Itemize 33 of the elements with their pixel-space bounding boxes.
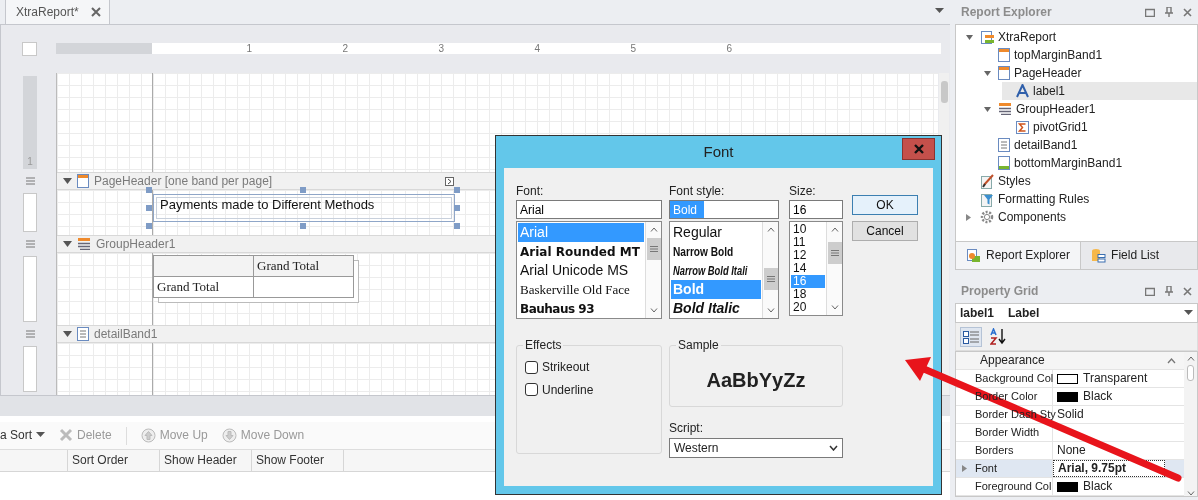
tree-label: topMarginBand1 [1014,47,1103,63]
tree-label: pivotGrid1 [1033,119,1088,135]
ruler-number: 2 [342,43,348,54]
ruler-number: 3 [438,43,444,54]
ruler-number: 6 [726,43,732,54]
ruler-number: 5 [630,43,636,54]
band-title: detailBand1 [94,326,158,342]
band-title: GroupHeader1 [96,236,176,252]
object-name: label1 [960,305,995,321]
tree-label: Styles [998,173,1031,189]
band-title: PageHeader [one band per page] [94,173,273,189]
tree-label: XtraReport [998,29,1057,45]
ruler-number: 4 [534,43,540,54]
object-type: Label [1008,305,1041,321]
group-title: Sample [676,338,721,353]
tab-title: XtraReport* [16,4,79,20]
tree-label: Components [998,209,1067,225]
ruler-number: 1 [246,43,252,54]
dialog-title: Font [703,143,734,161]
tree-label: bottomMarginBand1 [1014,155,1123,171]
tree-label: GroupHeader1 [1016,101,1096,117]
sample-text: AaBbYyZz [706,368,806,393]
tree-label: PageHeader [1014,65,1082,81]
pivot-header: Grand Total [253,255,354,277]
panel-title: Property Grid [961,283,1040,299]
tree-label: Formatting Rules [998,191,1090,207]
pivot-header: Grand Total [153,276,254,298]
category-label: Appearance [980,353,1046,368]
ruler-number: 1 [27,156,33,168]
tree-label: label1 [1033,83,1066,99]
field-label: Script: [669,421,704,436]
panel-title: Report Explorer [961,4,1053,20]
tree-label: detailBand1 [1014,137,1078,153]
